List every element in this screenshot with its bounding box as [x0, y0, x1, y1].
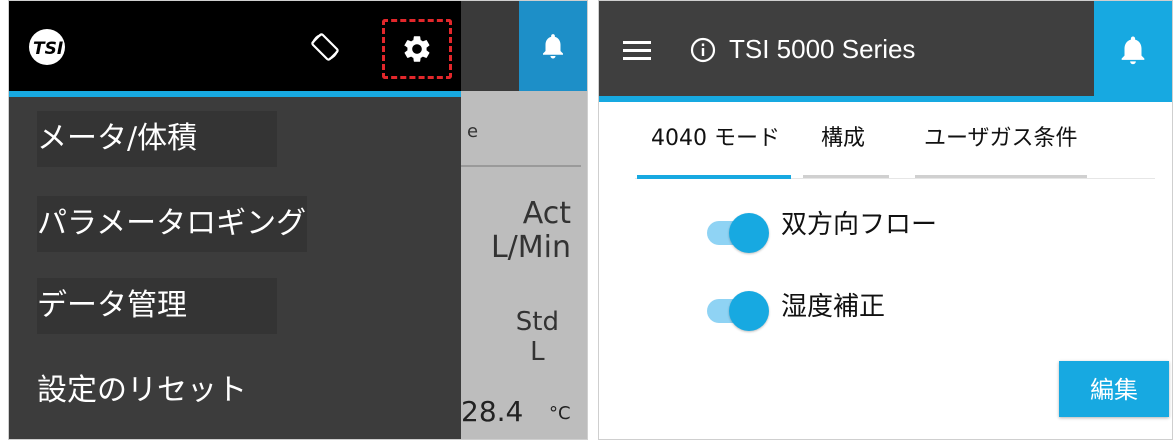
tab-user-gas-conditions[interactable]: ユーザガス条件 [924, 119, 1078, 159]
mode-settings-screenshot: TSI 5000 Series 4040 モード 構成 ユーザガス条件 双方向フ… [598, 0, 1173, 440]
page-title: TSI 5000 Series [729, 34, 916, 64]
tab-underline-configuration [803, 175, 889, 178]
notification-button[interactable] [519, 1, 587, 91]
menu-icon[interactable] [623, 41, 651, 65]
settings-menu-screenshot: TSI e Act L/Min Std L 28.4 °C メータ/体積 パラメ… [8, 0, 588, 440]
navigation-drawer: メータ/体積 パラメータロギング データ管理 設定のリセット [9, 97, 461, 439]
tsi-logo: TSI [27, 27, 71, 67]
humidity-correction-label: 湿度補正 [781, 292, 886, 322]
bell-icon [1121, 36, 1145, 65]
humidity-correction-toggle[interactable] [707, 291, 773, 331]
std-volume-unit: Std L [515, 307, 559, 367]
info-icon[interactable] [690, 37, 716, 63]
notification-button[interactable] [1094, 1, 1172, 96]
active-tab-indicator [637, 175, 791, 179]
menu-item-reset-settings[interactable]: 設定のリセット [37, 363, 277, 419]
menu-item-data-management[interactable]: データ管理 [37, 278, 277, 334]
tab-4040-mode[interactable]: 4040 モード [651, 119, 780, 159]
tab-underline-user-gas [915, 175, 1087, 178]
screen-rotation-icon[interactable] [309, 31, 341, 67]
menu-item-parameter-logging[interactable]: パラメータロギング [37, 196, 307, 252]
toggle-thumb [729, 213, 769, 253]
edit-button[interactable]: 編集 [1059, 361, 1169, 417]
top-app-bar: TSI 5000 Series [599, 1, 1094, 96]
tab-configuration[interactable]: 構成 [821, 119, 865, 159]
act-flow-unit: Act L/Min [490, 196, 571, 265]
dimmed-background-content: e Act L/Min Std L 28.4 °C [461, 97, 587, 439]
background-tab-fragment: e [467, 121, 479, 142]
notification-area [461, 1, 587, 91]
temperature-value: 28.4 [461, 395, 524, 428]
bidirectional-flow-toggle[interactable] [707, 213, 773, 253]
background-tab-underline [461, 165, 581, 167]
settings-button[interactable] [382, 19, 452, 79]
toggle-thumb [729, 291, 769, 331]
svg-text:TSI: TSI [33, 39, 63, 59]
menu-item-meter-volume[interactable]: メータ/体積 [37, 111, 277, 167]
header-accent-bar [599, 96, 1172, 102]
bell-icon [543, 34, 563, 59]
temperature-unit: °C [549, 403, 571, 424]
gear-icon [404, 36, 430, 62]
bidirectional-flow-label: 双方向フロー [781, 210, 938, 240]
